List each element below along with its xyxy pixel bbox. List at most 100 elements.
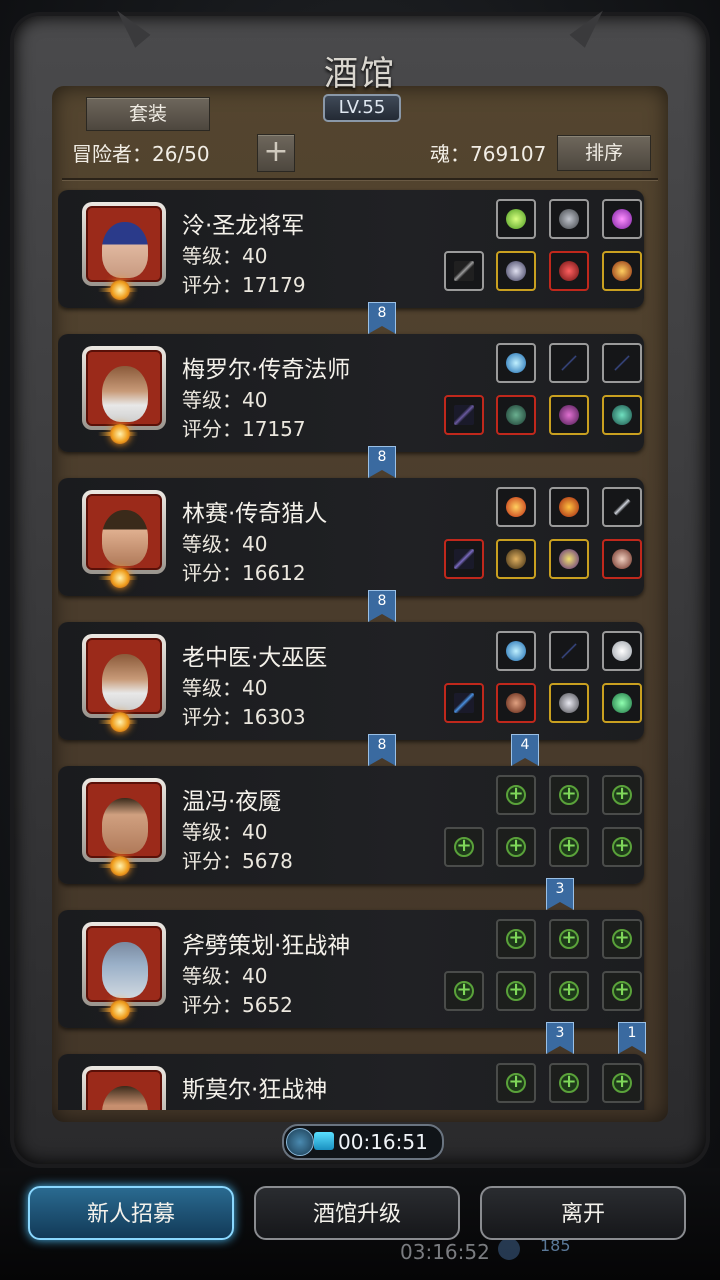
gem-icon [498,1238,520,1260]
robe-icon[interactable] [496,395,536,435]
crossbow-icon[interactable] [444,539,484,579]
wing-crest-icon[interactable] [549,199,589,239]
armor-icon[interactable] [496,251,536,291]
blue-orb-icon[interactable] [496,631,536,671]
purple-crystal-icon[interactable] [602,199,642,239]
dagger-icon[interactable] [602,487,642,527]
eye-icon[interactable] [549,539,589,579]
empty-slot-icon[interactable] [602,775,642,815]
star-emblem-icon [98,1000,142,1022]
sort-button[interactable]: 排序 [557,135,651,171]
cloak-icon[interactable] [496,539,536,579]
hero-level: 等级：40 [182,964,268,988]
hero-face [102,942,148,998]
tavern-level-badge: LV.55 [323,94,401,122]
empty-slot-icon[interactable] [549,1063,589,1103]
empty-slot-icon[interactable] [549,971,589,1011]
leave-button[interactable]: 离开 [480,1186,686,1240]
star-emblem-icon [98,280,142,302]
connection-ribbon: 8 [368,446,396,478]
hero-name: 梅罗尔·传奇法师 [182,357,351,383]
timer-progress [314,1132,334,1150]
hero-card[interactable]: 泠·圣龙将军 等级：40 评分：17179 [58,190,644,308]
star-emblem-icon [98,712,142,734]
hero-name: 老中医·大巫医 [182,645,328,671]
mask-icon[interactable] [602,539,642,579]
star-emblem-icon [98,424,142,446]
refresh-timer: 00:16:51 [282,1124,444,1160]
staff-icon[interactable] [549,343,589,383]
empty-slot-icon[interactable] [549,827,589,867]
hero-card[interactable]: 温冯·夜魇 等级：40 评分：5678 [58,766,644,884]
empty-slot-icon[interactable] [496,827,536,867]
hero-level: 等级：40 [182,676,268,700]
clock-icon [286,1128,314,1156]
bracer-icon[interactable] [602,395,642,435]
hero-card[interactable]: 老中医·大巫医 等级：40 评分：16303 [58,622,644,740]
empty-slot-icon[interactable] [549,775,589,815]
upgrade-tavern-button[interactable]: 酒馆升级 [254,1186,460,1240]
hero-face [102,366,148,422]
hero-portrait[interactable] [82,490,166,574]
empty-slot-icon[interactable] [602,919,642,959]
hero-card[interactable]: 斯莫尔·狂战神 [58,1054,644,1110]
amulet-icon[interactable] [602,251,642,291]
sword-icon[interactable] [444,251,484,291]
hero-score: 评分：16303 [182,705,306,729]
suit-button[interactable]: 套装 [86,97,210,131]
hero-name: 温冯·夜魇 [182,789,282,815]
soul-count: 魂：769107 [430,142,547,166]
hero-card[interactable]: 梅罗尔·传奇法师 等级：40 评分：17157 [58,334,644,452]
empty-slot-icon[interactable] [496,1063,536,1103]
connection-ribbon: 3 [546,1022,574,1054]
empty-slot-icon[interactable] [602,971,642,1011]
staff-icon[interactable] [549,631,589,671]
feather-icon[interactable] [602,631,642,671]
blue-orb-icon[interactable] [496,343,536,383]
hero-portrait[interactable] [82,1066,166,1110]
hero-portrait[interactable] [82,778,166,862]
hero-card[interactable]: 林赛·传奇猎人 等级：40 评分：16612 [58,478,644,596]
hero-name: 斧劈策划·狂战神 [182,933,351,959]
hero-level: 等级：40 [182,388,268,412]
medal-icon[interactable] [549,487,589,527]
helmet-icon[interactable] [549,395,589,435]
add-slot-button[interactable]: + [257,134,295,172]
hero-card[interactable]: 斧劈策划·狂战神 等级：40 评分：5652 [58,910,644,1028]
tunic-icon[interactable] [496,683,536,723]
hero-portrait[interactable] [82,202,166,286]
hero-score: 评分：5652 [182,993,293,1017]
wand-icon[interactable] [444,395,484,435]
hero-level: 等级：40 [182,820,268,844]
star-emblem-icon [98,856,142,878]
hero-name: 林赛·传奇猎人 [182,501,328,527]
recruit-button[interactable]: 新人招募 [28,1186,234,1240]
silver-ring-icon[interactable] [549,683,589,723]
ring-icon[interactable] [549,251,589,291]
scepter-icon[interactable] [444,683,484,723]
empty-slot-icon[interactable] [602,827,642,867]
hero-name: 斯莫尔·狂战神 [182,1077,328,1103]
green-gem-icon[interactable] [496,199,536,239]
hero-face [102,222,148,278]
empty-slot-icon[interactable] [602,1063,642,1103]
hero-list[interactable]: 泠·圣龙将军 等级：40 评分：17179 8 梅罗尔·传奇法师 等级：40 评… [58,188,662,1110]
empty-slot-icon[interactable] [496,919,536,959]
empty-slot-icon[interactable] [549,919,589,959]
star-emblem-icon [98,568,142,590]
adventurer-count: 冒险者：26/50 [72,142,210,166]
hero-portrait[interactable] [82,922,166,1006]
hero-portrait[interactable] [82,634,166,718]
empty-slot-icon[interactable] [496,775,536,815]
hero-portrait[interactable] [82,346,166,430]
connection-ribbon: 1 [618,1022,646,1054]
hero-score: 评分：16612 [182,561,306,585]
empty-slot-icon[interactable] [444,971,484,1011]
empty-slot-icon[interactable] [444,827,484,867]
empty-slot-icon[interactable] [496,971,536,1011]
jade-icon[interactable] [602,683,642,723]
hero-face [102,654,148,710]
fire-icon[interactable] [496,487,536,527]
hero-score: 评分：17179 [182,273,306,297]
bow-icon[interactable] [602,343,642,383]
